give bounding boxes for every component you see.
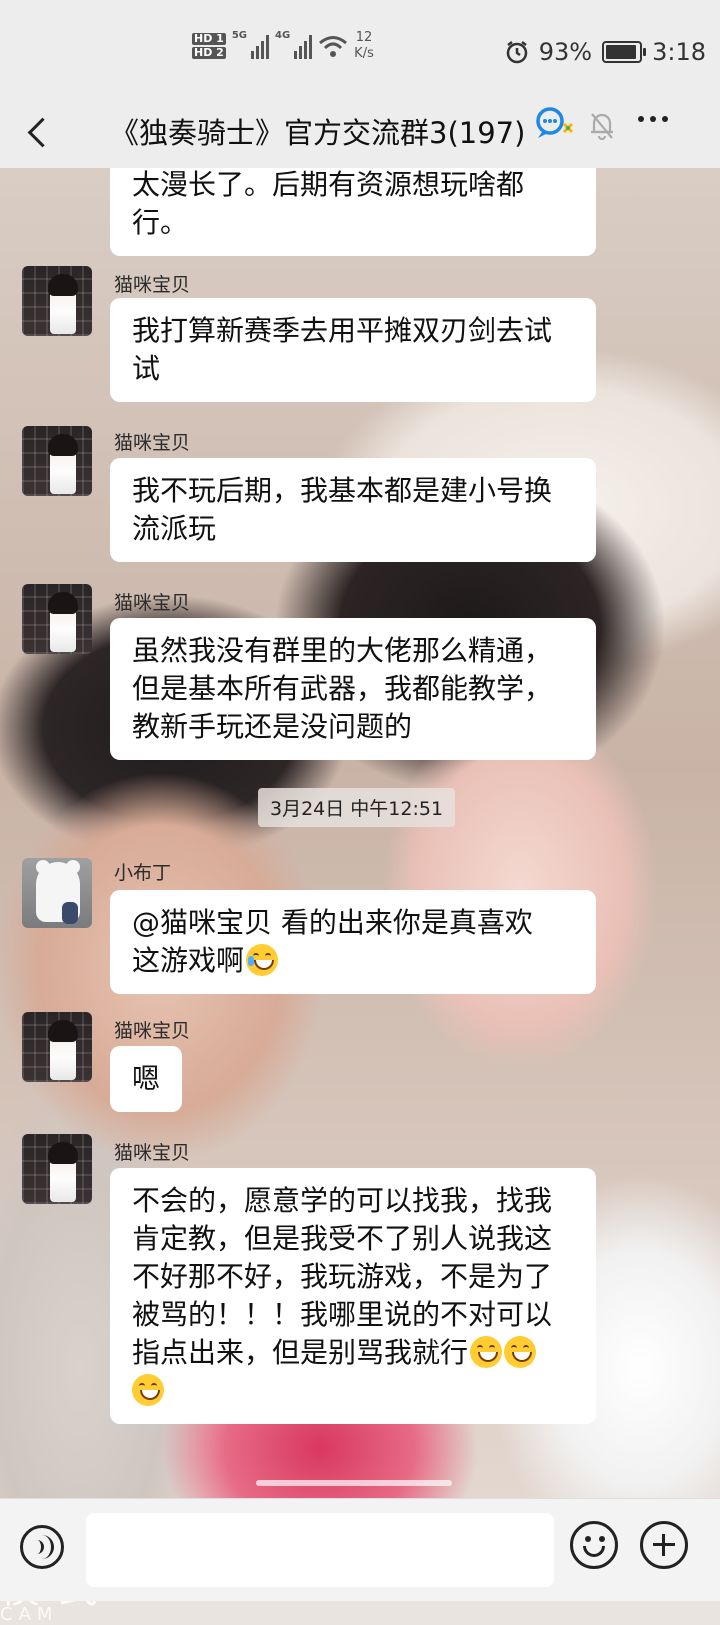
message-line: 这游戏啊: [132, 942, 574, 980]
timestamp-chip: 3月24日 中午12:51: [258, 788, 456, 827]
scroll-indicator: [256, 1480, 452, 1486]
message-bubble[interactable]: 我不玩后期，我基本都是建小号换 流派玩: [110, 458, 596, 562]
speed-value: 12: [355, 30, 373, 45]
sender-name: 猫咪宝贝: [114, 274, 191, 296]
message-line: 我不玩后期，我基本都是建小号换: [132, 474, 553, 507]
net1-label: 5G: [231, 30, 247, 41]
message-line: 指点出来，但是别骂我就行: [132, 1334, 574, 1372]
message-bubble[interactable]: @猫咪宝贝 看的出来你是真喜欢 这游戏啊: [110, 890, 596, 994]
message-line: 不会的，愿意学的可以找我，找我: [132, 1184, 553, 1217]
voice-icon[interactable]: [20, 1525, 64, 1569]
message-bubble[interactable]: 虽然我没有群里的大佬那么精通， 但是基本所有武器，我都能教学， 教新手玩还是没问…: [110, 618, 596, 760]
signal-icon: [251, 33, 269, 59]
message-line: 虽然我没有群里的大佬那么精通，: [132, 634, 553, 667]
message-line: 教新手玩还是没问题的: [132, 710, 413, 743]
sender-name: 猫咪宝贝: [114, 592, 191, 614]
laugh-cry-emoji: [246, 944, 279, 976]
wifi-icon: [319, 36, 348, 57]
message-text: 看的出来你是真喜欢: [272, 906, 533, 939]
status-right: 93% 3:18: [505, 38, 706, 66]
group-title[interactable]: 《独奏骑士》官方交流群3(197): [110, 110, 525, 152]
signal-icon-2: [294, 33, 313, 59]
status-bar: HD 1 HD 2 5G 4G 12 K/s 93% 3:18: [0, 0, 720, 96]
net2-label: 4G: [275, 30, 291, 41]
plus-icon[interactable]: [640, 1521, 688, 1569]
chat-area[interactable]: 太漫长了。后期有资源想玩啥都 行。 猫咪宝贝 我打算新赛季去用平摊双刃剑去试 试…: [0, 168, 720, 1498]
speed-unit: K/s: [354, 46, 374, 61]
sender-name: 猫咪宝贝: [114, 1020, 191, 1042]
message-input[interactable]: [86, 1513, 554, 1587]
message-line: 嗯: [132, 1062, 161, 1095]
alarm-icon: [506, 41, 527, 64]
qq-group-icon[interactable]: [534, 106, 574, 142]
grin-emoji: [504, 1336, 537, 1368]
message-line: @猫咪宝贝 看的出来你是真喜欢: [132, 904, 574, 942]
net-speed: 12 K/s: [354, 30, 374, 62]
mention-link[interactable]: @猫咪宝贝: [132, 906, 272, 939]
clock: 3:18: [652, 38, 706, 66]
avatar[interactable]: [22, 858, 92, 928]
message-line: 流派玩: [132, 512, 217, 545]
sender-name: 猫咪宝贝: [114, 432, 191, 454]
back-icon[interactable]: [20, 110, 60, 154]
sender-name: 猫咪宝贝: [114, 1142, 191, 1164]
message-bubble[interactable]: 嗯: [110, 1046, 183, 1112]
grin-emoji: [132, 1374, 164, 1406]
message-line: 我打算新赛季去用平摊双刃剑去试: [132, 314, 553, 347]
message-line: 但是基本所有武器，我都能教学，: [132, 672, 553, 705]
message-line: 不好那不好，我玩游戏，不是为了: [132, 1260, 553, 1293]
message-bubble[interactable]: 不会的，愿意学的可以找我，找我 肯定教，但是我受不了别人说我这 不好那不好，我玩…: [110, 1168, 596, 1424]
input-bar: [0, 1498, 720, 1601]
message-line: 被骂的！！！我哪里说的不对可以: [132, 1298, 553, 1331]
hd2-label: HD 2: [192, 46, 226, 59]
message-bubble[interactable]: 太漫长了。后期有资源想玩啥都 行。: [110, 168, 596, 256]
message-line: 肯定教，但是我受不了别人说我这: [132, 1222, 553, 1255]
avatar[interactable]: [22, 1134, 92, 1204]
message-bubble[interactable]: 我打算新赛季去用平摊双刃剑去试 试: [110, 298, 596, 402]
hd-icons: HD 1 HD 2: [192, 31, 226, 61]
avatar[interactable]: [22, 426, 92, 496]
avatar[interactable]: [22, 1012, 92, 1082]
message-line: [132, 1372, 574, 1410]
sender-name: 小布丁: [114, 862, 172, 884]
message-line: 太漫长了。后期有资源想玩啥都: [132, 168, 525, 201]
message-line: 试: [132, 352, 161, 385]
grin-emoji: [470, 1336, 503, 1368]
emoji-picker-icon[interactable]: [570, 1521, 618, 1569]
watermark-sub: CAM: [0, 1604, 59, 1625]
battery-percent: 93%: [538, 38, 593, 66]
message-line: 行。: [132, 206, 189, 239]
avatar[interactable]: [22, 266, 92, 336]
bell-muted-icon[interactable]: [588, 110, 616, 140]
message-text: 这游戏啊: [132, 944, 245, 977]
battery-icon: [602, 41, 647, 63]
network-indicators: HD 1 HD 2 5G 4G 12 K/s: [192, 30, 374, 62]
hd1-label: HD 1: [192, 32, 226, 45]
more-icon[interactable]: [638, 116, 668, 122]
message-text: 指点出来，但是别骂我就行: [132, 1336, 469, 1369]
avatar[interactable]: [22, 584, 92, 654]
